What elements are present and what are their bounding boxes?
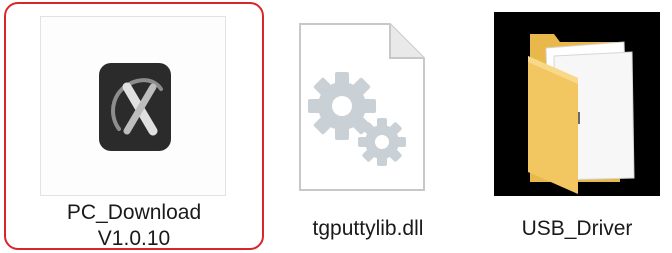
folder-thumbnail [494, 12, 660, 196]
file-item-tgputtylib-dll[interactable]: tgputtylib.dll [278, 2, 458, 250]
file-explorer-view: PC_Download V1.0.10 tgputtylib.dll USB_D… [0, 0, 672, 253]
file-name-label: PC_Download V1.0.10 [66, 201, 202, 250]
file-thumbnail [40, 16, 226, 196]
folder-icon [528, 34, 635, 194]
app-logo-icon [99, 63, 171, 151]
file-item-pc-download[interactable]: PC_Download V1.0.10 [4, 2, 264, 250]
folder-item-usb-driver[interactable]: USB_Driver [482, 2, 672, 250]
file-name-label: tgputtylib.dll [312, 217, 424, 240]
file-name-label: USB_Driver [521, 217, 633, 240]
dll-gear-file-icon [299, 23, 425, 191]
